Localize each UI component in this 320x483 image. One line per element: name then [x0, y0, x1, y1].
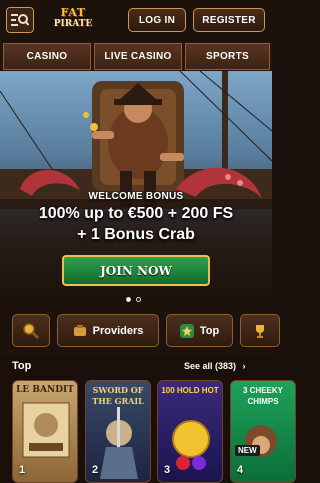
section-title-top: Top [12, 360, 32, 372]
game-rank: 2 [92, 464, 99, 476]
top-label: Top [199, 324, 220, 337]
more-filters-button[interactable] [240, 314, 280, 347]
game-rank: 3 [164, 464, 171, 476]
new-badge: NEW [235, 445, 260, 456]
top-games-carousel: LE BANDIT 1 SWORD OF THE GRAIL 2 100 HOL… [0, 380, 296, 483]
trophy-icon [256, 324, 264, 338]
bonus-offer-line1: 100% up to €500 + 200 FS [38, 205, 234, 222]
logo-text-bottom: PIRATE [53, 19, 93, 29]
game-card[interactable]: 3 CHEEKY CHIMPS NEW 4 [230, 380, 296, 483]
bonus-subtitle: WELCOME BONUS [88, 191, 184, 202]
see-all-label: See all (383) [184, 361, 237, 371]
category-nav: CASINO LIVE CASINO SPORTS [0, 42, 272, 71]
tab-live-casino[interactable]: LIVE CASINO [94, 43, 182, 70]
login-button[interactable]: LOG IN [128, 8, 186, 32]
menu-search-icon [11, 14, 29, 26]
star-icon [179, 323, 194, 338]
game-card[interactable]: SWORD OF THE GRAIL 2 [85, 380, 151, 483]
magnifier-icon [23, 322, 40, 339]
bonus-offer-line2: + 1 Bonus Crab [77, 226, 195, 243]
carousel-dots [126, 297, 141, 302]
join-now-button[interactable]: JOIN NOW [62, 255, 210, 286]
game-card[interactable]: 100 HOLD HOT 3 [157, 380, 223, 483]
chevron-right-icon: › [242, 361, 246, 371]
game-filters: Providers Top [0, 309, 280, 355]
carousel-dot-2[interactable] [136, 297, 141, 302]
providers-label: Providers [92, 324, 144, 337]
providers-button[interactable]: Providers [57, 314, 159, 347]
logo-text-top: FAT [60, 6, 86, 19]
register-button[interactable]: REGISTER [193, 8, 265, 32]
top-header: FAT PIRATE LOG IN REGISTER [0, 0, 272, 42]
see-all-link[interactable]: See all (383) › [184, 361, 246, 371]
top-games-button[interactable]: Top [166, 314, 233, 347]
fat-pirate-logo[interactable]: FAT PIRATE [50, 6, 96, 36]
carousel-dot-1[interactable] [126, 297, 131, 302]
game-rank: 1 [19, 464, 26, 476]
game-card[interactable]: LE BANDIT 1 [12, 380, 78, 483]
tab-casino[interactable]: CASINO [3, 43, 91, 70]
welcome-bonus-banner[interactable]: WELCOME BONUS 100% up to €500 + 200 FS +… [0, 71, 272, 309]
tab-sports[interactable]: SPORTS [185, 43, 270, 70]
game-rank: 4 [237, 464, 244, 476]
providers-icon [73, 324, 86, 336]
search-games-button[interactable] [12, 314, 50, 347]
menu-search-button[interactable] [6, 7, 34, 33]
